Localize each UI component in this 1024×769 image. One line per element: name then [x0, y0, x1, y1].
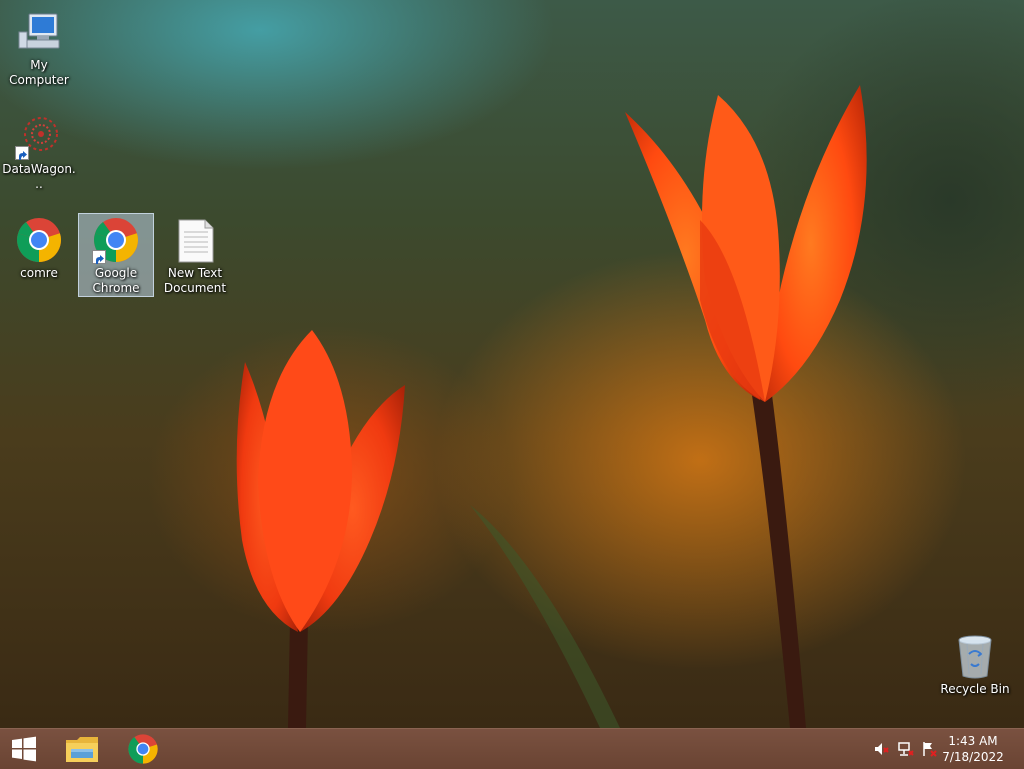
desktop[interactable]: My Computer DataWagon... comre Google Ch… [0, 0, 1024, 728]
desktop-icon-new-text-document[interactable]: New Text Document [157, 214, 233, 298]
text-document-icon [171, 216, 219, 264]
desktop-icon-my-computer[interactable]: My Computer [1, 6, 77, 90]
desktop-icon-label: Google Chrome [92, 266, 140, 295]
wallpaper-image [236, 85, 867, 728]
network-icon[interactable] [898, 741, 914, 757]
desktop-icon-recycle-bin[interactable]: Recycle Bin [937, 630, 1013, 714]
chrome-icon [92, 216, 140, 264]
taskbar: 1:43 AM 7/18/2022 [0, 728, 1024, 769]
desktop-icon-comre[interactable]: comre [1, 214, 77, 298]
desktop-icon-label: My Computer [9, 58, 69, 87]
chrome-icon [15, 216, 63, 264]
desktop-icon-label: comre [20, 266, 58, 280]
folder-icon [66, 737, 98, 762]
desktop-icon-label: Recycle Bin [940, 682, 1010, 696]
volume-muted-icon[interactable] [874, 741, 890, 757]
tulip-right [625, 85, 867, 402]
desktop-icon-datawagon[interactable]: DataWagon... [1, 110, 77, 194]
shortcut-arrow-icon [92, 250, 106, 264]
windows-logo-icon [12, 736, 36, 762]
start-button[interactable] [0, 729, 48, 769]
tulip-left [236, 330, 405, 632]
taskbar-google-chrome[interactable] [119, 729, 167, 769]
recycle-bin-icon [951, 632, 999, 680]
taskbar-clock[interactable]: 1:43 AM 7/18/2022 [938, 733, 1008, 765]
shortcut-arrow-icon [15, 146, 29, 160]
clock-date: 7/18/2022 [942, 750, 1004, 764]
taskbar-file-explorer[interactable] [58, 729, 106, 769]
desktop-icon-label: DataWagon... [2, 162, 76, 191]
datawagon-icon [15, 112, 63, 160]
clock-time: 1:43 AM [948, 734, 998, 748]
chrome-icon [128, 734, 158, 764]
action-center-flag-icon[interactable] [922, 741, 938, 757]
desktop-icon-label: New Text Document [163, 266, 227, 295]
desktop-icon-google-chrome[interactable]: Google Chrome [78, 213, 154, 297]
computer-icon [15, 8, 63, 56]
